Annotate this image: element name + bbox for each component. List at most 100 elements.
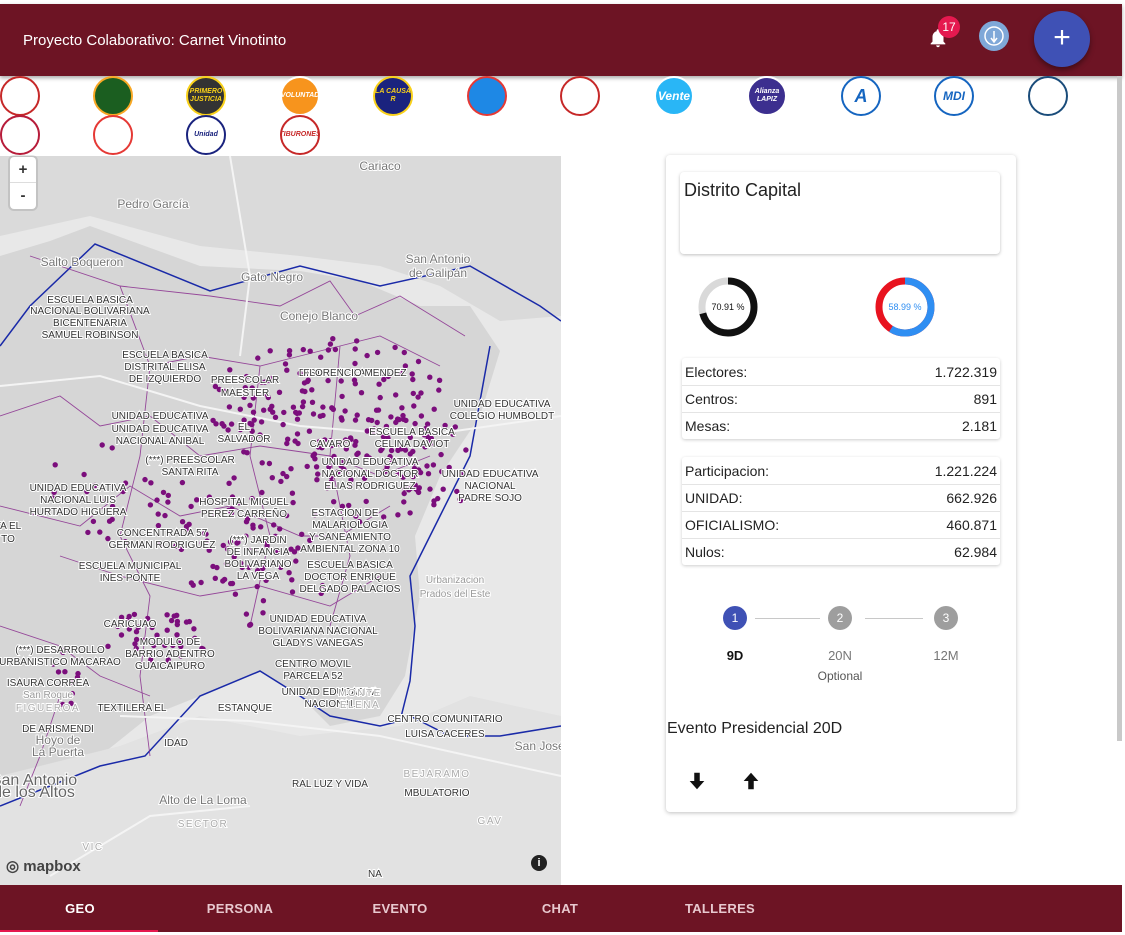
voting-center-marker[interactable] (310, 453, 316, 459)
voting-center-marker[interactable] (293, 558, 299, 564)
voting-center-marker[interactable] (300, 346, 306, 353)
voting-center-marker[interactable] (266, 460, 273, 467)
voting-center-marker[interactable] (436, 387, 442, 393)
voting-center-marker[interactable] (424, 421, 431, 427)
la-causa-r-logo[interactable]: LA CAUSA R (373, 76, 413, 116)
tab-chat[interactable]: CHAT (480, 885, 640, 932)
voting-center-marker[interactable] (210, 563, 216, 570)
voting-center-marker[interactable] (97, 529, 103, 535)
voting-center-marker[interactable] (463, 447, 469, 453)
voting-center-marker[interactable] (210, 417, 216, 424)
voting-center-marker[interactable] (118, 632, 125, 638)
voting-center-marker[interactable] (415, 358, 422, 365)
zoom-out-button[interactable]: - (10, 183, 36, 209)
voting-center-marker[interactable] (247, 402, 253, 408)
voting-center-marker[interactable] (436, 377, 443, 383)
voting-center-marker[interactable] (424, 463, 430, 469)
tab-talleres[interactable]: TALLERES (640, 885, 800, 932)
movimiento-logo[interactable] (0, 115, 40, 155)
voting-center-marker[interactable] (409, 371, 415, 377)
map-info-button[interactable]: i (531, 855, 547, 871)
voting-center-marker[interactable] (183, 619, 190, 625)
voting-center-marker[interactable] (232, 591, 239, 597)
voting-center-marker[interactable] (286, 348, 293, 354)
voting-center-marker[interactable] (294, 410, 300, 417)
step-label[interactable]: 9D (705, 648, 765, 663)
voting-center-marker[interactable] (440, 486, 446, 492)
arrow-up-icon[interactable] (740, 770, 762, 792)
voting-center-marker[interactable] (306, 428, 313, 434)
voting-center-marker[interactable] (250, 525, 256, 531)
voting-center-marker[interactable] (418, 390, 424, 396)
voting-center-marker[interactable] (410, 390, 416, 397)
voting-center-marker[interactable] (162, 512, 168, 519)
voting-center-marker[interactable] (431, 406, 437, 412)
voting-center-marker[interactable] (352, 360, 358, 367)
voting-center-marker[interactable] (174, 618, 181, 625)
voting-center-marker[interactable] (431, 502, 437, 508)
voting-center-marker[interactable] (289, 577, 295, 583)
voting-center-marker[interactable] (271, 522, 277, 528)
voting-center-marker[interactable] (388, 414, 394, 420)
voting-center-marker[interactable] (410, 376, 416, 383)
voting-center-marker[interactable] (374, 419, 380, 426)
voting-center-marker[interactable] (417, 469, 424, 476)
voting-center-marker[interactable] (327, 341, 334, 347)
zoom-in-button[interactable]: + (10, 157, 36, 183)
voting-center-marker[interactable] (364, 352, 370, 359)
step-label[interactable]: 12M (916, 648, 976, 663)
voting-center-marker[interactable] (165, 499, 171, 505)
voting-center-marker[interactable] (294, 431, 301, 437)
voting-center-marker[interactable] (392, 344, 398, 351)
voting-center-marker[interactable] (289, 589, 296, 595)
voting-center-marker[interactable] (363, 498, 369, 505)
avanzada-progresista-logo[interactable]: A (841, 76, 881, 116)
step-20N-indicator[interactable]: 2 (828, 606, 852, 630)
page-scrollbar[interactable] (1117, 76, 1122, 741)
triangulo-tricolor-logo[interactable] (560, 76, 600, 116)
map-canvas[interactable]: Cariaco Pedro García Salto Boqueron Gato Ne… (0, 156, 561, 885)
voting-center-marker[interactable] (188, 580, 195, 586)
voting-center-marker[interactable] (315, 471, 321, 477)
voting-center-marker[interactable] (355, 450, 361, 456)
voting-center-marker[interactable] (399, 405, 405, 411)
voting-center-marker[interactable] (165, 492, 171, 499)
voting-center-marker[interactable] (318, 354, 324, 360)
voting-center-marker[interactable] (251, 417, 257, 423)
voting-center-marker[interactable] (307, 348, 313, 354)
voting-center-marker[interactable] (164, 627, 170, 633)
voting-center-marker[interactable] (401, 499, 407, 505)
step-12M-indicator[interactable]: 3 (934, 606, 958, 630)
voting-center-marker[interactable] (133, 636, 140, 643)
voting-center-marker[interactable] (374, 349, 381, 356)
voting-center-marker[interactable] (179, 479, 186, 486)
voting-center-marker[interactable] (325, 347, 332, 353)
voting-center-marker[interactable] (278, 478, 284, 485)
step-9D-indicator[interactable]: 1 (723, 606, 747, 630)
voting-center-marker[interactable] (148, 480, 154, 486)
mdi-logo[interactable]: MDI (934, 76, 974, 116)
escudo-logo[interactable] (93, 76, 133, 116)
voting-center-marker[interactable] (407, 451, 413, 457)
voting-center-marker[interactable] (375, 407, 382, 413)
voting-center-marker[interactable] (225, 427, 231, 433)
tab-persona[interactable]: PERSONA (160, 885, 320, 932)
mapbox-attribution[interactable]: ◎ mapbox (6, 857, 81, 875)
voting-center-marker[interactable] (261, 407, 267, 413)
voting-center-marker[interactable] (330, 336, 336, 342)
voting-center-marker[interactable] (403, 417, 409, 424)
voting-center-marker[interactable] (258, 524, 264, 530)
voting-center-marker[interactable] (179, 519, 186, 525)
arrow-down-icon[interactable] (686, 770, 708, 792)
manos-logo[interactable] (93, 115, 133, 155)
unidad-logo[interactable]: Unidad (186, 115, 226, 155)
voting-center-marker[interactable] (99, 442, 105, 448)
copei-logo[interactable] (1028, 76, 1068, 116)
voting-center-marker[interactable] (247, 622, 253, 628)
voting-center-marker[interactable] (75, 670, 81, 677)
voting-center-marker[interactable] (243, 611, 250, 617)
voting-center-marker[interactable] (365, 417, 372, 423)
voting-center-marker[interactable] (272, 414, 279, 420)
touch-app-button[interactable] (979, 21, 1009, 51)
voting-center-marker[interactable] (354, 338, 360, 344)
